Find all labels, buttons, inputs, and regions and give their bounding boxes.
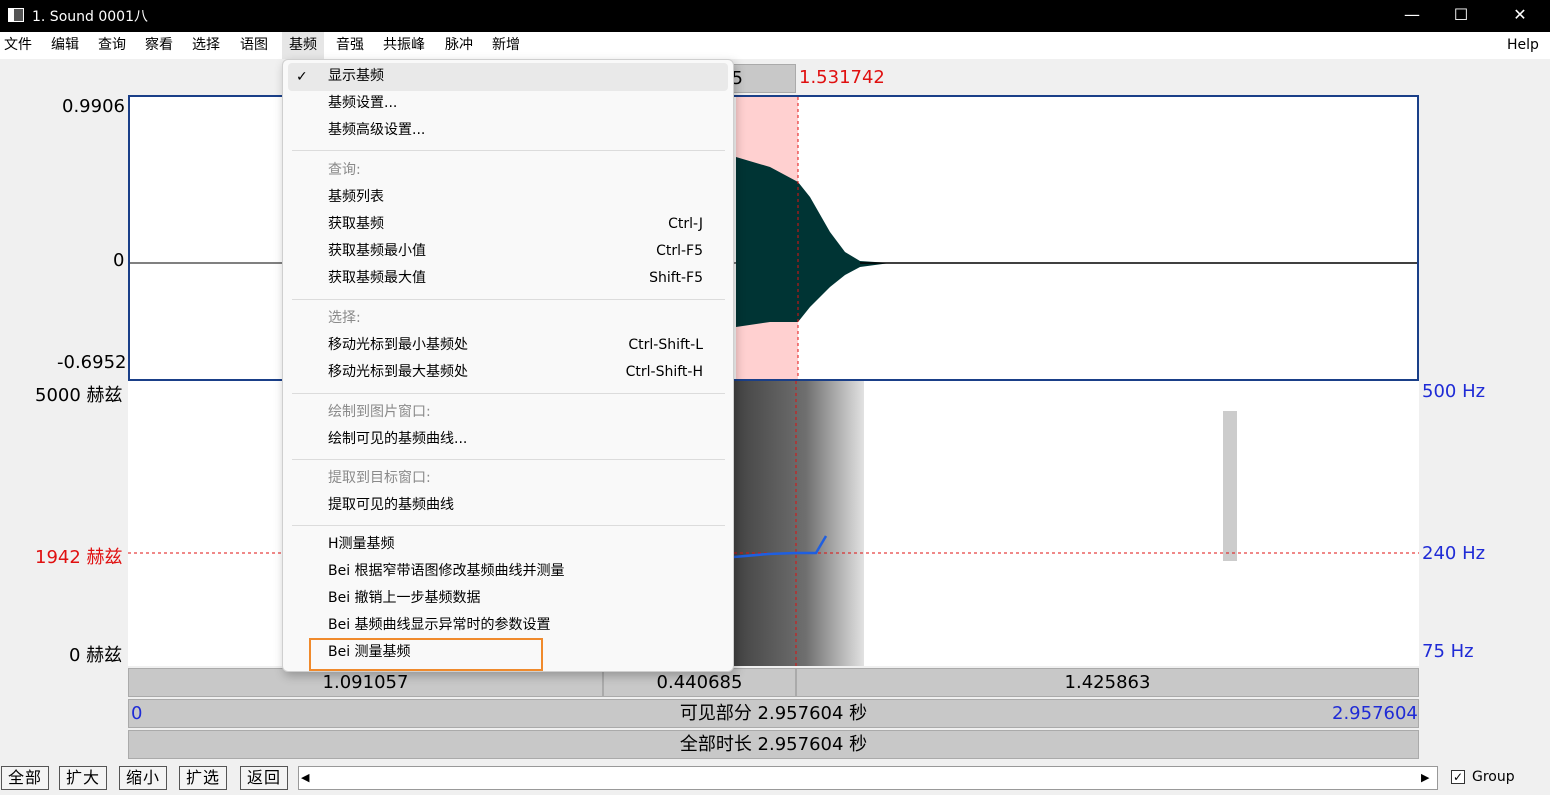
zoom-in-button[interactable]: 扩大 <box>59 766 107 790</box>
highlight-box <box>309 638 543 671</box>
horizontal-scrollbar[interactable]: ◀ ▶ <box>298 766 1438 790</box>
spec-right-top-label: 500 Hz <box>1422 381 1486 402</box>
menu-bar: 文件 编辑 查询 察看 选择 语图 基频 音强 共振峰 脉冲 新增 Help <box>0 32 1550 59</box>
voiced-energy <box>734 381 864 666</box>
close-button[interactable]: ✕ <box>1496 0 1544 32</box>
menu-header-query: 查询: <box>328 162 361 178</box>
menu-item-move-cursor-min-pitch[interactable]: 移动光标到最小基频处 Ctrl-Shift-L <box>283 332 733 359</box>
menu-item-h-measure-pitch[interactable]: H测量基频 <box>283 531 733 558</box>
spec-left-cursor-label: 1942 赫兹 <box>35 547 123 568</box>
group-label: Group <box>1472 769 1515 785</box>
menu-view[interactable]: 察看 <box>145 32 173 59</box>
menu-separator <box>292 299 725 300</box>
menu-help[interactable]: Help <box>1507 32 1539 59</box>
zoom-out-button[interactable]: 缩小 <box>119 766 167 790</box>
cursor-time-label: 1.531742 <box>799 67 885 88</box>
menu-intensity[interactable]: 音强 <box>336 32 364 59</box>
menu-item-get-max-pitch[interactable]: 获取基频最大值 Shift-F5 <box>283 265 733 292</box>
menu-item-extract-visible-pitch[interactable]: 提取可见的基频曲线 <box>283 492 733 519</box>
menu-separator <box>292 459 725 460</box>
menu-formant[interactable]: 共振峰 <box>383 32 425 59</box>
menu-edit[interactable]: 编辑 <box>51 32 79 59</box>
menu-select[interactable]: 选择 <box>192 32 220 59</box>
spec-left-top-label: 5000 赫兹 <box>35 385 123 406</box>
menu-item-pitch-settings[interactable]: 基频设置... <box>283 90 733 117</box>
menu-header-select: 选择: <box>328 310 361 326</box>
spec-left-bottom-label: 0 赫兹 <box>69 645 123 666</box>
waveform-burst <box>736 157 890 327</box>
visible-duration-bar[interactable]: 可见部分 2.957604 秒 <box>128 699 1419 728</box>
menu-item-pitch-listing[interactable]: 基频列表 <box>283 184 733 211</box>
menu-item-move-cursor-max-pitch[interactable]: 移动光标到最大基频处 Ctrl-Shift-H <box>283 359 733 386</box>
menu-item-bei-modify-pitch[interactable]: Bei 根据窄带语图修改基频曲线并测量 <box>283 558 733 585</box>
scroll-left-arrow-icon[interactable]: ◀ <box>301 769 315 787</box>
segment-left-bar[interactable]: 1.091057 <box>128 668 603 697</box>
segment-right-bar[interactable]: 1.425863 <box>796 668 1419 697</box>
menu-item-get-min-pitch[interactable]: 获取基频最小值 Ctrl-F5 <box>283 238 733 265</box>
menu-item-bei-param-settings[interactable]: Bei 基频曲线显示异常时的参数设置 <box>283 612 733 639</box>
zoom-to-selection-button[interactable]: 扩选 <box>179 766 227 790</box>
pitch-dropdown-menu: ✓ 显示基频 基频设置... 基频高级设置... 查询: 基频列表 获取基频 Ct… <box>282 59 734 672</box>
menu-file[interactable]: 文件 <box>4 32 32 59</box>
segment-mid-bar[interactable]: 0.440685 <box>603 668 796 697</box>
spec-right-cursor-label: 240 Hz <box>1422 543 1486 564</box>
wave-yzero-label: 0 <box>113 250 125 271</box>
app-icon <box>8 8 24 22</box>
total-duration-bar[interactable]: 全部时长 2.957604 秒 <box>128 730 1419 759</box>
show-all-button[interactable]: 全部 <box>1 766 49 790</box>
minimize-button[interactable]: — <box>1388 0 1436 32</box>
window-title: 1. Sound 0001八 <box>32 9 148 25</box>
wave-ymin-label: -0.6952 <box>57 352 127 373</box>
visible-duration-label: 可见部分 2.957604 秒 <box>679 703 868 724</box>
menu-item-draw-visible-pitch[interactable]: 绘制可见的基频曲线... <box>283 426 733 453</box>
menu-separator <box>292 525 725 526</box>
zoom-back-button[interactable]: 返回 <box>240 766 288 790</box>
maximize-button[interactable]: ☐ <box>1437 0 1485 32</box>
menu-item-bei-undo-pitch[interactable]: Bei 撤销上一步基频数据 <box>283 585 733 612</box>
menu-pitch[interactable]: 基频 <box>282 32 324 59</box>
noise-band <box>1223 411 1237 561</box>
wave-ymax-label: 0.9906 <box>62 96 125 117</box>
menu-item-show-pitch[interactable]: 显示基频 <box>283 63 733 90</box>
spec-right-bottom-label: 75 Hz <box>1422 641 1474 662</box>
scroll-right-arrow-icon[interactable]: ▶ <box>1421 769 1435 787</box>
menu-separator <box>292 150 725 151</box>
visible-start-label: 0 <box>131 703 143 724</box>
menu-item-advanced-pitch-settings[interactable]: 基频高级设置... <box>283 117 733 144</box>
menu-item-get-pitch[interactable]: 获取基频 Ctrl-J <box>283 211 733 238</box>
menu-separator <box>292 393 725 394</box>
group-checkbox[interactable]: ✓ <box>1451 770 1465 784</box>
menu-query[interactable]: 查询 <box>98 32 126 59</box>
menu-new[interactable]: 新增 <box>492 32 520 59</box>
menu-header-draw: 绘制到图片窗口: <box>328 404 431 420</box>
visible-end-label: 2.957604 <box>1332 703 1418 724</box>
menu-pulses[interactable]: 脉冲 <box>445 32 473 59</box>
title-bar: 1. Sound 0001八 — ☐ ✕ <box>0 0 1550 32</box>
menu-spectrogram[interactable]: 语图 <box>240 32 268 59</box>
menu-header-extract: 提取到目标窗口: <box>328 470 431 486</box>
